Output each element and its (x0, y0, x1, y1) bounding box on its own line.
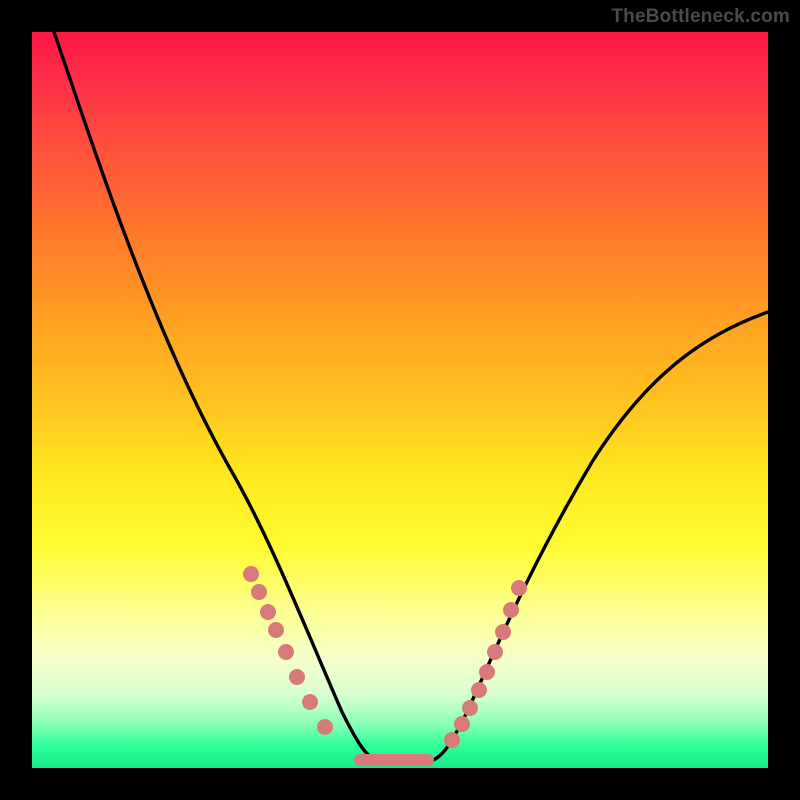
marker-dot (487, 644, 503, 660)
marker-dot (317, 719, 333, 735)
marker-dot (495, 624, 511, 640)
marker-dot (268, 622, 284, 638)
marker-dot (479, 664, 495, 680)
plot-area (32, 32, 768, 768)
marker-dot (471, 682, 487, 698)
marker-dot (260, 604, 276, 620)
watermark-text: TheBottleneck.com (611, 6, 790, 28)
marker-bottom-bar (354, 754, 434, 766)
marker-dot (289, 669, 305, 685)
marker-dot (454, 716, 470, 732)
marker-dot (503, 602, 519, 618)
marker-dot (511, 580, 527, 596)
bottleneck-curve (54, 32, 768, 762)
marker-dot (444, 732, 460, 748)
chart-frame: TheBottleneck.com (0, 0, 800, 800)
marker-dot (278, 644, 294, 660)
bottleneck-curve-svg (32, 32, 768, 768)
marker-dot (462, 700, 478, 716)
marker-dot (243, 566, 259, 582)
marker-dot (251, 584, 267, 600)
marker-dot (302, 694, 318, 710)
